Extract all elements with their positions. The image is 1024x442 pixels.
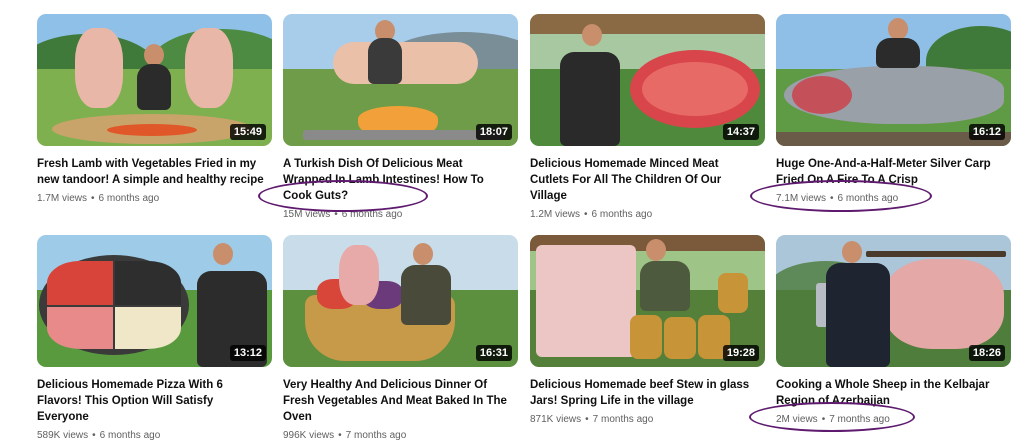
video-thumbnail[interactable]: 14:37 <box>530 14 765 146</box>
video-title[interactable]: Very Healthy And Delicious Dinner Of Fre… <box>283 377 513 425</box>
video-card[interactable]: 18:26 Cooking a Whole Sheep in the Kelba… <box>776 235 1011 426</box>
video-thumbnail[interactable]: 16:12 <box>776 14 1011 146</box>
video-meta: 871K views • 7 months ago <box>530 413 765 426</box>
video-meta: 996K views • 7 months ago <box>283 429 518 442</box>
video-meta: 589K views • 6 months ago <box>37 429 272 442</box>
video-thumbnail[interactable]: 18:07 <box>283 14 518 146</box>
video-thumbnail[interactable]: 13:12 <box>37 235 272 367</box>
meta-separator: • <box>585 414 589 425</box>
annotation-circle <box>749 402 915 432</box>
video-duration: 14:37 <box>722 124 759 140</box>
video-title[interactable]: Delicious Homemade Pizza With 6 Flavors!… <box>37 377 267 425</box>
video-duration: 13:12 <box>229 345 266 361</box>
upload-age: 7 months ago <box>345 430 407 441</box>
upload-age: 7 months ago <box>592 414 654 425</box>
meta-separator: • <box>91 193 95 204</box>
video-duration: 15:49 <box>229 124 266 140</box>
video-thumbnail[interactable]: 15:49 <box>37 14 272 146</box>
annotation-circle <box>258 180 428 212</box>
video-thumbnail[interactable]: 19:28 <box>530 235 765 367</box>
video-meta: 1.2M views • 6 months ago <box>530 208 765 221</box>
meta-separator: • <box>92 430 96 441</box>
meta-separator: • <box>584 209 588 220</box>
video-card[interactable]: 14:37 Delicious Homemade Minced Meat Cut… <box>530 14 765 221</box>
view-count: 589K views <box>37 430 89 441</box>
video-grid: 15:49 Fresh Lamb with Vegetables Fried i… <box>0 0 1024 441</box>
video-duration: 18:26 <box>968 345 1005 361</box>
video-meta: 1.7M views • 6 months ago <box>37 192 272 205</box>
meta-separator: • <box>338 430 342 441</box>
video-title[interactable]: Delicious Homemade beef Stew in glass Ja… <box>530 377 760 409</box>
view-count: 1.7M views <box>37 193 88 204</box>
annotation-circle <box>750 180 932 212</box>
upload-age: 6 months ago <box>99 430 161 441</box>
video-duration: 16:31 <box>475 345 512 361</box>
view-count: 1.2M views <box>530 209 581 220</box>
video-title[interactable]: Fresh Lamb with Vegetables Fried in my n… <box>37 156 267 188</box>
video-card[interactable]: 16:12 Huge One-And-a-Half-Meter Silver C… <box>776 14 1011 205</box>
video-thumbnail[interactable]: 16:31 <box>283 235 518 367</box>
upload-age: 6 months ago <box>98 193 160 204</box>
upload-age: 6 months ago <box>591 209 653 220</box>
video-duration: 18:07 <box>475 124 512 140</box>
video-card[interactable]: 19:28 Delicious Homemade beef Stew in gl… <box>530 235 765 426</box>
view-count: 996K views <box>283 430 335 441</box>
video-duration: 16:12 <box>968 124 1005 140</box>
view-count: 871K views <box>530 414 582 425</box>
video-duration: 19:28 <box>722 345 759 361</box>
video-thumbnail[interactable]: 18:26 <box>776 235 1011 367</box>
video-title[interactable]: Delicious Homemade Minced Meat Cutlets F… <box>530 156 760 204</box>
video-card[interactable]: 15:49 Fresh Lamb with Vegetables Fried i… <box>37 14 272 205</box>
video-card[interactable]: 13:12 Delicious Homemade Pizza With 6 Fl… <box>37 235 272 442</box>
video-card[interactable]: 16:31 Very Healthy And Delicious Dinner … <box>283 235 518 442</box>
